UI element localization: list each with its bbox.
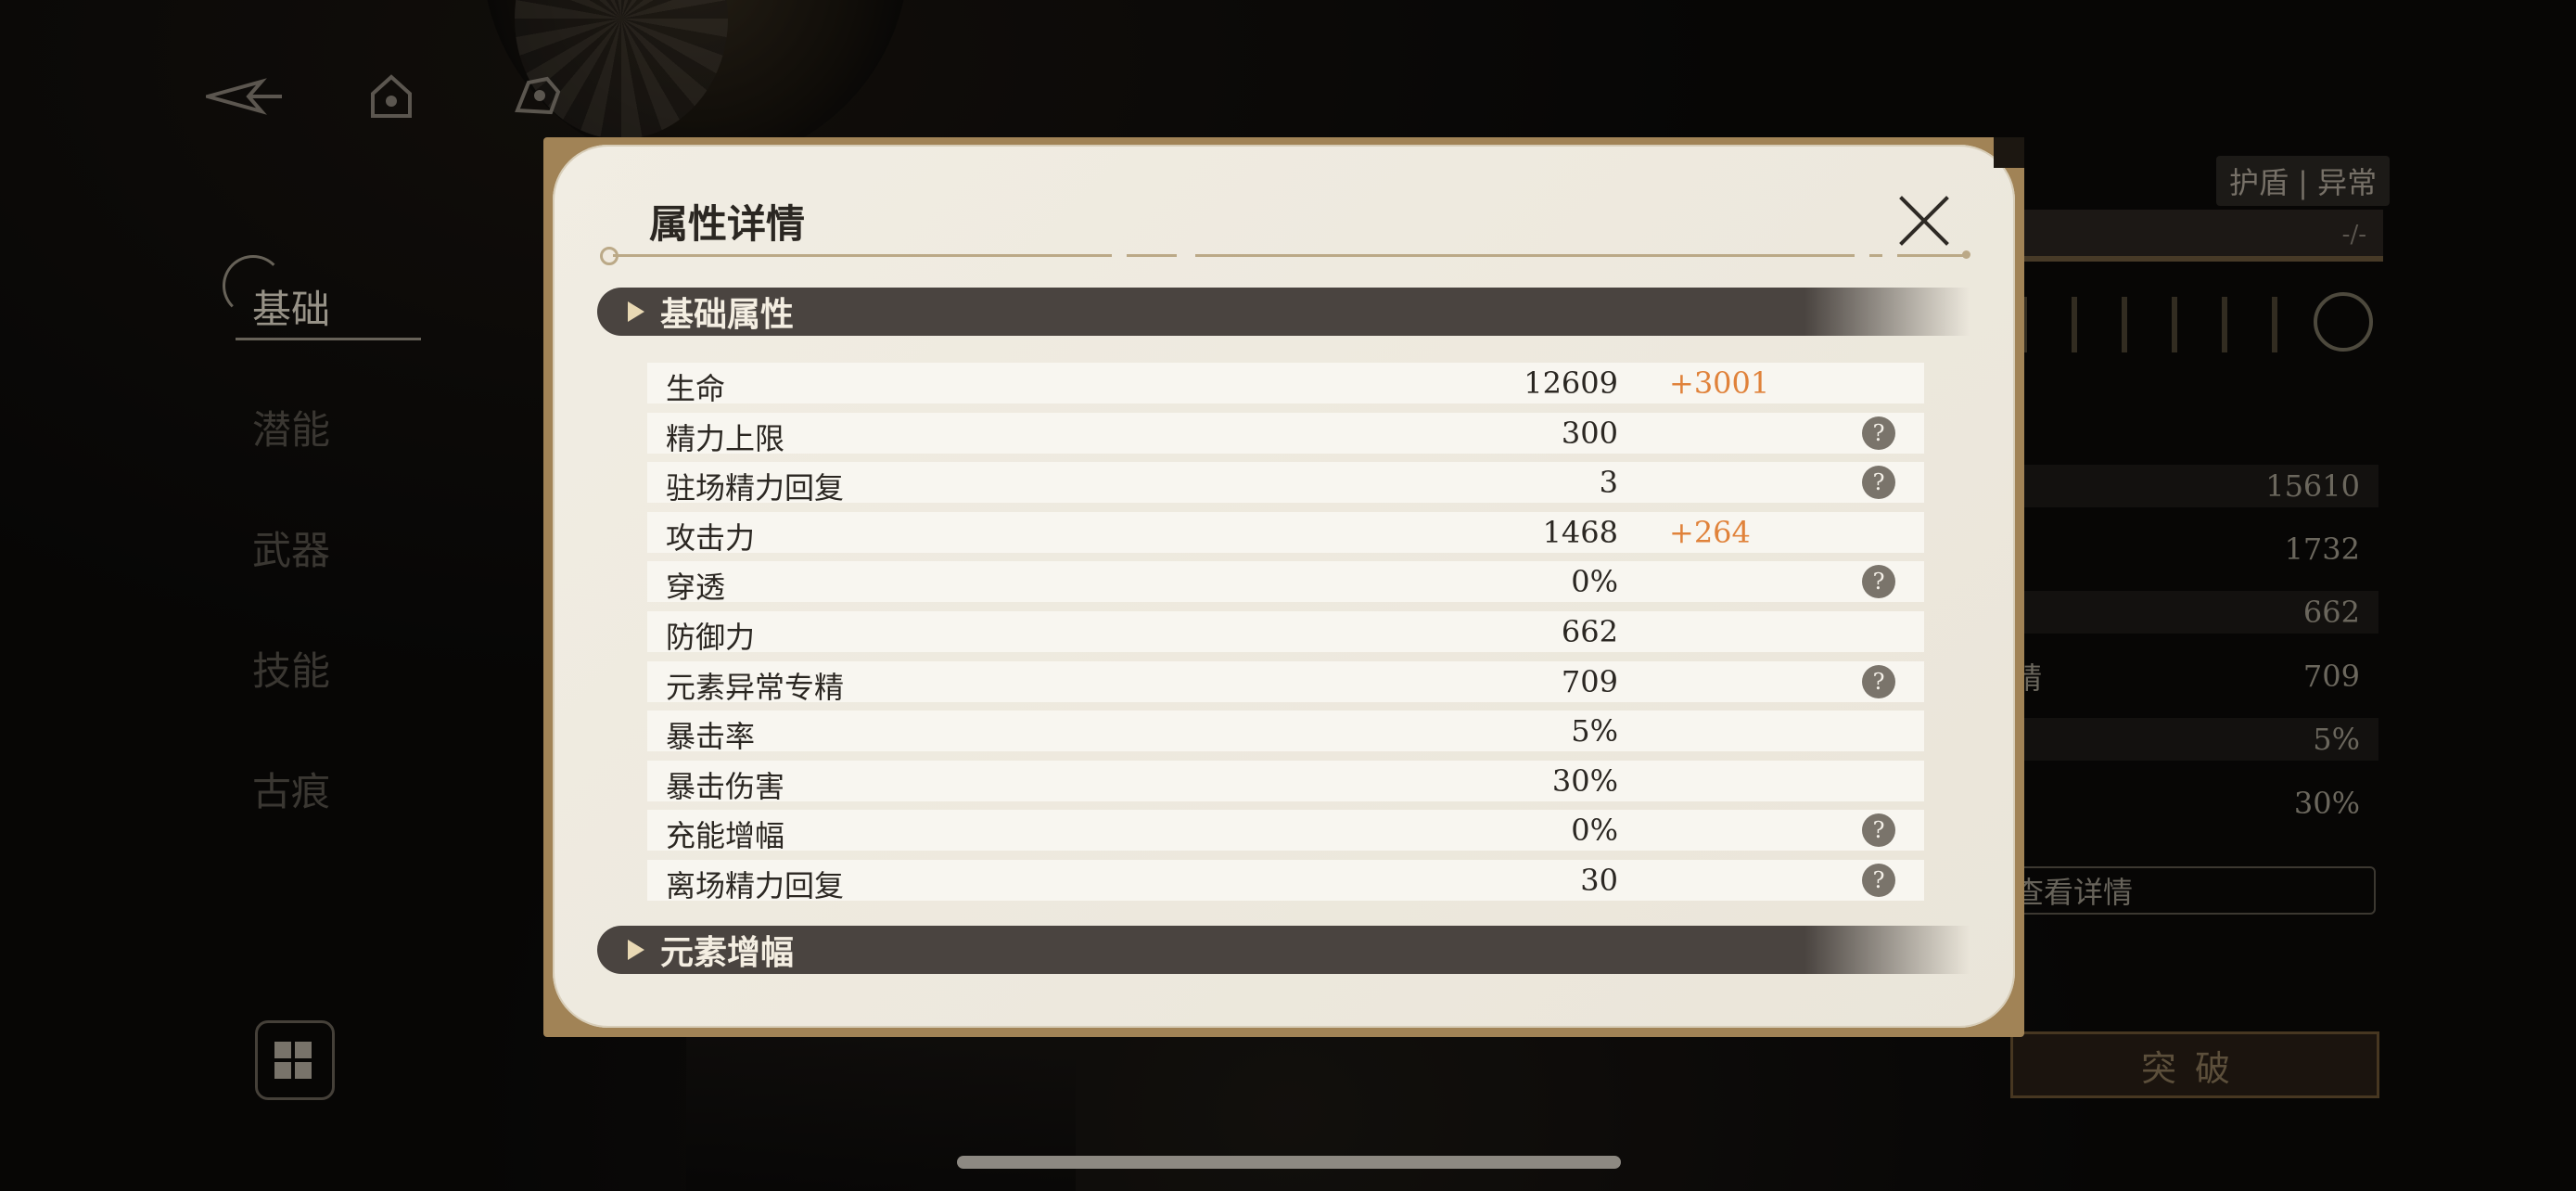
attribute-row: 暴击伤害 30% [647,760,1924,804]
attribute-value: 5% [1571,713,1618,749]
attribute-row: 离场精力回复 30 ? [647,859,1924,903]
close-icon[interactable] [1896,193,1952,249]
help-icon[interactable]: ? [1862,466,1895,500]
title-divider [1897,254,1964,257]
attribute-name: 暴击率 [666,719,756,755]
attribute-value: 300 [1561,415,1618,451]
help-icon[interactable]: ? [1862,664,1895,698]
attribute-value: 30 [1580,862,1618,898]
title-line-dot [1962,250,1970,259]
modal-title: 属性详情 [649,201,806,247]
attribute-value: 3 [1599,465,1618,501]
attribute-name: 精力上限 [666,420,785,456]
attribute-bonus: +3001 [1669,365,1770,401]
attribute-name: 充能增幅 [666,818,785,854]
help-icon[interactable]: ? [1862,863,1895,897]
expand-arrow-icon [618,926,655,974]
attribute-row: 生命 12609 +3001 [647,363,1924,406]
attribute-value: 709 [1561,663,1618,699]
attribute-value: 0% [1571,564,1618,600]
section-basic-attributes[interactable]: 基础属性 [597,288,1970,336]
home-indicator[interactable] [957,1156,1621,1169]
attribute-name: 生命 [666,371,726,406]
attribute-row: 元素异常专精 709 ? [647,660,1924,705]
attribute-name: 攻击力 [666,519,756,556]
help-icon[interactable]: ? [1862,813,1895,848]
attribute-name: 穿透 [666,570,726,606]
attribute-row: 精力上限 300 ? [647,412,1924,456]
attribute-name: 元素异常专精 [666,669,845,705]
attribute-name: 驻场精力回复 [666,470,845,506]
help-icon[interactable]: ? [1862,416,1895,450]
attribute-name: 暴击伤害 [666,768,785,804]
attribute-name: 防御力 [666,619,756,655]
attribute-row: 攻击力 1468 +264 [647,511,1924,556]
attribute-list: 生命 12609 +3001 精力上限 300 ? 驻场精力回复 3 ? 攻击力… [647,363,1924,910]
section-title: 元素增幅 [660,933,795,972]
title-divider [1195,254,1855,257]
attribute-value: 30% [1551,762,1618,799]
attribute-name: 离场精力回复 [666,867,845,903]
help-icon[interactable]: ? [1862,565,1895,599]
attribute-value: 12609 [1524,365,1618,401]
expand-arrow-icon [618,288,655,336]
attribute-value: 1468 [1542,514,1618,550]
section-elemental-amplification[interactable]: 元素增幅 [597,926,1970,974]
title-divider [1127,254,1177,257]
section-title: 基础属性 [660,295,795,334]
modal-corner-decoration [1994,137,2024,168]
attribute-row: 暴击率 5% [647,711,1924,754]
attribute-value: 662 [1561,613,1618,649]
attribute-row: 充能增幅 0% ? [647,810,1924,853]
attribute-row: 防御力 662 [647,610,1924,655]
title-divider [1869,254,1882,257]
attribute-bonus: +264 [1669,514,1751,550]
attribute-value: 0% [1571,813,1618,849]
attribute-row: 驻场精力回复 3 ? [647,462,1924,506]
title-divider [613,254,1112,257]
attribute-row: 穿透 0% ? [647,561,1924,605]
